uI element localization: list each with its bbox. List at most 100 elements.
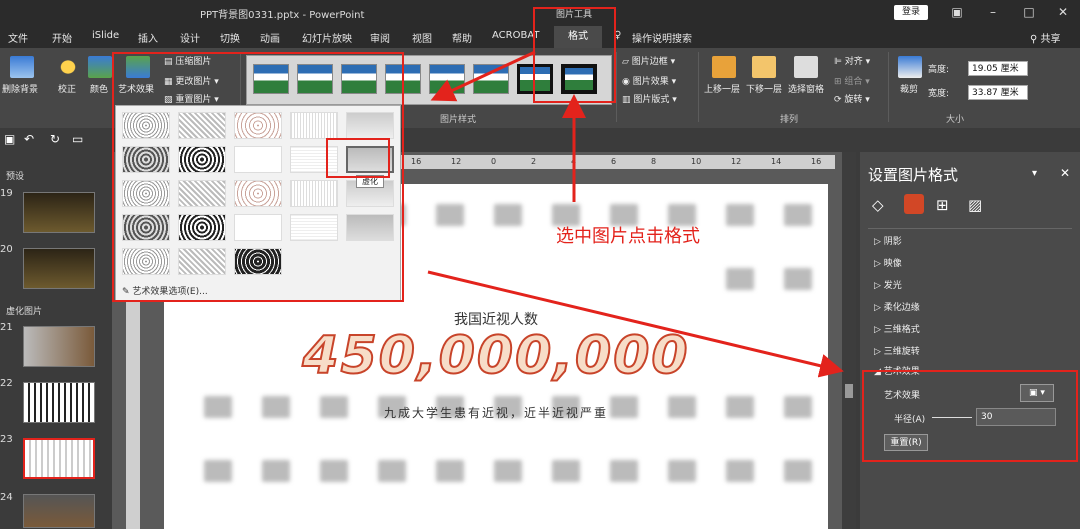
pane-divider	[868, 228, 1072, 229]
layout-icon: ▥	[622, 95, 631, 105]
crop-button[interactable]: 裁剪	[900, 82, 918, 95]
ribbon-separator	[888, 52, 889, 122]
slide-number: 23	[0, 434, 13, 445]
tab-home[interactable]: 开始	[52, 30, 72, 45]
annotation-box-format-tab	[533, 7, 616, 103]
send-backward-button[interactable]: 下移一层	[746, 82, 782, 95]
section-3d-rotation[interactable]: ▷ 三维旋转	[874, 344, 920, 357]
slide-thumb-22[interactable]	[23, 382, 95, 423]
slide-thumb-24[interactable]	[23, 494, 95, 528]
ribbon-display-icon[interactable]: ▣	[944, 3, 970, 21]
effects-icon: ◉	[622, 77, 630, 87]
tab-help[interactable]: 帮助	[452, 30, 472, 45]
blurred-icon	[726, 460, 754, 482]
blurred-icon	[436, 204, 464, 226]
powerpoint-window: PPT背景图0331.pptx - PowerPoint 图片工具 登录 ▣ –…	[0, 0, 1080, 529]
slide-big-number[interactable]: 450,000,000	[164, 325, 828, 387]
correct-button[interactable]: 校正	[58, 82, 76, 95]
scroll-thumb[interactable]	[845, 384, 853, 398]
color-button[interactable]: 颜色	[90, 82, 108, 95]
crop-icon[interactable]	[898, 56, 922, 78]
section-soft-edges[interactable]: ▷ 柔化边缘	[874, 300, 920, 313]
tab-transitions[interactable]: 切换	[220, 30, 240, 45]
section-glow[interactable]: ▷ 发光	[874, 278, 902, 291]
color-icon[interactable]	[88, 56, 112, 78]
tab-design[interactable]: 设计	[180, 30, 200, 45]
bring-forward-icon[interactable]	[712, 56, 736, 78]
blurred-icon	[262, 460, 290, 482]
slide-thumb-19[interactable]	[23, 192, 95, 233]
fill-line-icon[interactable]: ◇	[872, 196, 884, 214]
blurred-icon	[610, 460, 638, 482]
send-backward-icon[interactable]	[752, 56, 776, 78]
ruler-tick: 14	[771, 157, 782, 166]
ruler-tick: 10	[691, 157, 702, 166]
blurred-icon	[784, 268, 812, 290]
group-button[interactable]: ⊞ 组合 ▾	[834, 74, 870, 87]
picture-layout-button[interactable]: ▥ 图片版式 ▾	[622, 92, 677, 105]
present-icon[interactable]: ▭	[72, 132, 83, 146]
width-input[interactable]: 33.87 厘米	[968, 85, 1028, 100]
slide-thumb-20[interactable]	[23, 248, 95, 289]
blurred-icon	[494, 204, 522, 226]
remove-background-button[interactable]: 删除背景	[2, 82, 38, 95]
align-button[interactable]: ⊫ 对齐 ▾	[834, 54, 870, 67]
pane-options-icon[interactable]: ▾	[1032, 168, 1037, 179]
height-input[interactable]: 19.05 厘米	[968, 61, 1028, 76]
blurred-icon	[436, 460, 464, 482]
slide-subline[interactable]: 九成大学生患有近视，近半近视严重	[164, 404, 828, 421]
ribbon-separator	[698, 52, 699, 122]
blurred-icon	[494, 460, 522, 482]
rotate-icon: ⟳	[834, 95, 842, 105]
share-button[interactable]: ⚲ 共享	[1030, 30, 1061, 45]
close-icon[interactable]: ✕	[1050, 3, 1076, 21]
tab-islide[interactable]: iSlide	[92, 30, 119, 41]
tell-me-search[interactable]: 操作说明搜索	[632, 30, 692, 45]
ribbon-separator	[616, 52, 617, 122]
minimize-icon[interactable]: –	[980, 3, 1006, 21]
slide-number: 22	[0, 378, 13, 389]
picture-tab-icon[interactable]: ▨	[968, 196, 982, 214]
tab-insert[interactable]: 插入	[138, 30, 158, 45]
rotate-button[interactable]: ⟳ 旋转 ▾	[834, 92, 870, 105]
blurred-icon	[378, 460, 406, 482]
annotation-text: 选中图片点击格式	[556, 226, 700, 247]
tab-slideshow[interactable]: 幻灯片放映	[302, 30, 352, 45]
tab-review[interactable]: 审阅	[370, 30, 390, 45]
sun-icon[interactable]	[56, 56, 80, 78]
picture-border-button[interactable]: ▱ 图片边框 ▾	[622, 54, 675, 67]
selection-pane-button[interactable]: 选择窗格	[788, 82, 824, 95]
save-icon[interactable]: ▣	[4, 132, 15, 146]
selection-pane-icon[interactable]	[794, 56, 818, 78]
blurred-icon	[204, 460, 232, 482]
blurred-icon	[726, 268, 754, 290]
size-properties-icon[interactable]: ⊞	[936, 196, 949, 214]
slide-number: 20	[0, 244, 13, 255]
group-label-styles: 图片样式	[440, 115, 477, 125]
vertical-scrollbar[interactable]	[842, 152, 856, 529]
tab-file[interactable]: 文件	[8, 30, 28, 45]
maximize-icon[interactable]: □	[1016, 3, 1042, 21]
login-button[interactable]: 登录	[894, 5, 928, 20]
undo-icon[interactable]: ↶	[24, 132, 34, 146]
blurred-icon	[668, 460, 696, 482]
pane-close-icon[interactable]: ✕	[1060, 166, 1070, 180]
tab-view[interactable]: 视图	[412, 30, 432, 45]
section-blur-pictures[interactable]: 虚化图片	[6, 304, 42, 317]
pane-title: 设置图片格式	[868, 166, 959, 184]
picture-style-6[interactable]	[473, 64, 509, 94]
effects-tab-icon[interactable]	[904, 194, 924, 214]
bring-forward-button[interactable]: 上移一层	[704, 82, 740, 95]
picture-effects-button[interactable]: ◉ 图片效果 ▾	[622, 74, 676, 87]
slide-thumb-23[interactable]	[23, 438, 95, 479]
redo-icon[interactable]: ↻	[50, 132, 60, 146]
section-reflection[interactable]: ▷ 映像	[874, 256, 902, 269]
tab-animations[interactable]: 动画	[260, 30, 280, 45]
section-preset[interactable]: 预设	[6, 169, 24, 182]
picture-style-5[interactable]	[429, 64, 465, 94]
remove-background-icon[interactable]	[10, 56, 34, 78]
height-label: 高度:	[928, 65, 950, 75]
section-3d-format[interactable]: ▷ 三维格式	[874, 322, 920, 335]
section-shadow[interactable]: ▷ 阴影	[874, 234, 902, 247]
slide-thumb-21[interactable]	[23, 326, 95, 367]
